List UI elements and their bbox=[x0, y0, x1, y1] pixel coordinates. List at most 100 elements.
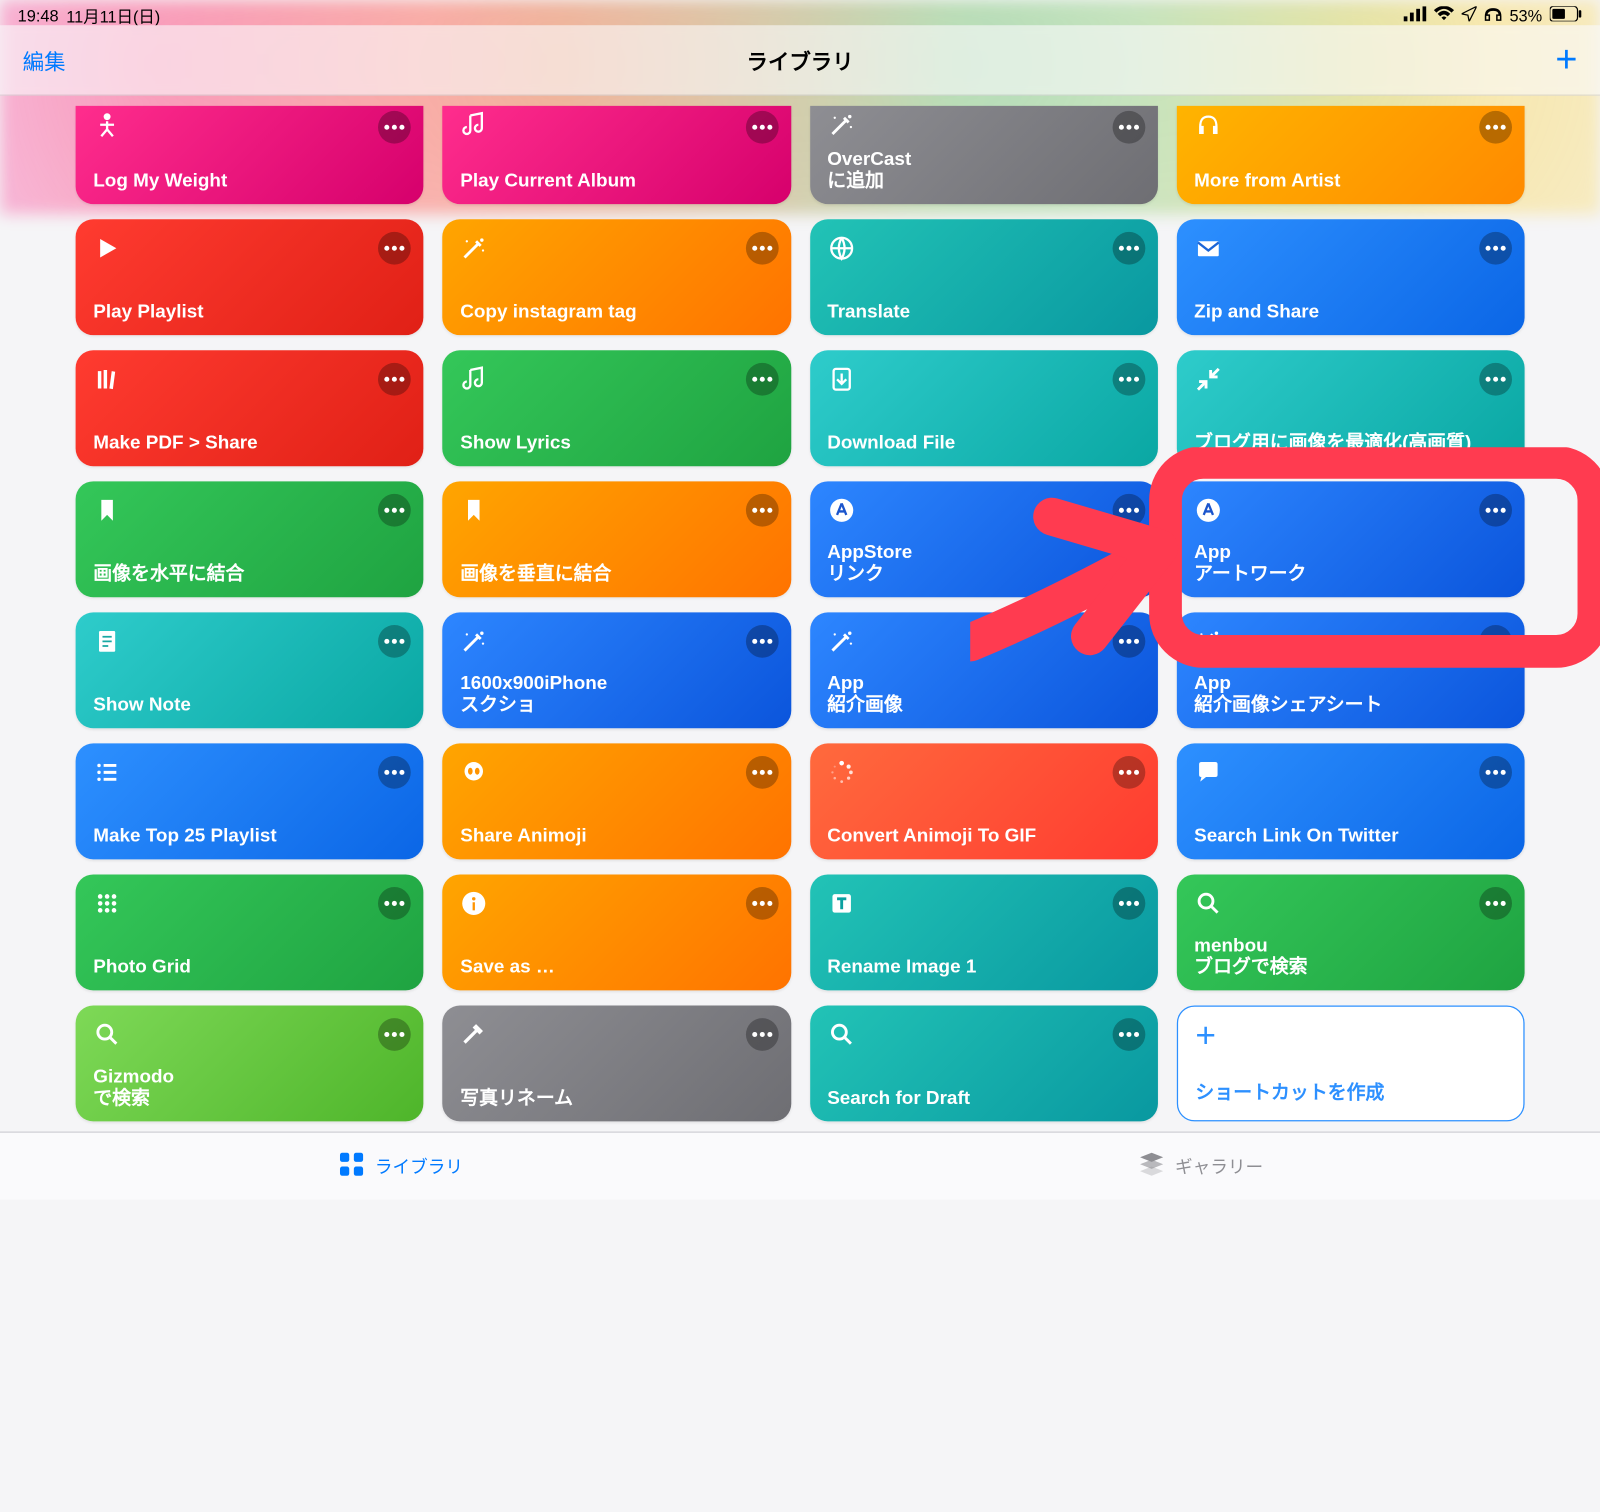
shortcut-tile[interactable]: Search Link On Twitter bbox=[1177, 743, 1525, 859]
play-icon bbox=[93, 234, 406, 262]
shortcut-label: Share Animoji bbox=[460, 825, 773, 847]
shortcut-tile[interactable]: Play Playlist bbox=[76, 219, 424, 335]
shortcut-label: 1600x900iPhone スクショ bbox=[460, 672, 773, 715]
more-button[interactable] bbox=[1479, 625, 1512, 658]
more-button[interactable] bbox=[1112, 494, 1145, 527]
more-button[interactable] bbox=[378, 111, 411, 144]
more-button[interactable] bbox=[745, 625, 778, 658]
more-button[interactable] bbox=[1112, 1018, 1145, 1051]
shortcut-tile[interactable]: Share Animoji bbox=[443, 743, 791, 859]
shortcut-tile[interactable]: App 紹介画像シェアシート bbox=[1177, 612, 1525, 728]
location-icon bbox=[1462, 6, 1477, 25]
shortcut-tile[interactable]: 1600x900iPhone スクショ bbox=[443, 612, 791, 728]
info-icon bbox=[460, 890, 773, 918]
shortcut-tile[interactable]: Save as … bbox=[443, 874, 791, 990]
shortcut-tile[interactable]: Copy instagram tag bbox=[443, 219, 791, 335]
wand-icon bbox=[827, 627, 1140, 655]
page-title: ライブラリ bbox=[0, 44, 1600, 76]
shortcut-tile[interactable]: Log My Weight bbox=[76, 106, 424, 204]
shortcut-tile[interactable]: menbou ブログで検索 bbox=[1177, 874, 1525, 990]
more-button[interactable] bbox=[745, 1018, 778, 1051]
more-button[interactable] bbox=[1479, 363, 1512, 396]
shortcut-label: Search for Draft bbox=[827, 1087, 1140, 1109]
shortcut-tile[interactable]: Photo Grid bbox=[76, 874, 424, 990]
search-icon bbox=[93, 1021, 406, 1049]
more-button[interactable] bbox=[745, 756, 778, 789]
add-button[interactable]: + bbox=[1555, 41, 1577, 79]
shortcut-label: Search Link On Twitter bbox=[1194, 825, 1507, 847]
person-icon bbox=[93, 111, 406, 139]
shortcut-label: Show Note bbox=[93, 694, 406, 716]
create-shortcut-tile[interactable]: +ショートカットを作成 bbox=[1177, 1005, 1525, 1121]
shortcut-tile[interactable]: Convert Animoji To GIF bbox=[810, 743, 1158, 859]
plus-icon: + bbox=[1195, 1022, 1505, 1050]
more-button[interactable] bbox=[1479, 494, 1512, 527]
shortcut-tile[interactable]: Download File bbox=[810, 350, 1158, 466]
more-button[interactable] bbox=[745, 363, 778, 396]
mail-icon bbox=[1194, 234, 1507, 262]
shortcut-label: Make Top 25 Playlist bbox=[93, 825, 406, 847]
shortcut-tile[interactable]: Rename Image 1 bbox=[810, 874, 1158, 990]
shortcut-tile[interactable]: Gizmodo で検索 bbox=[76, 1005, 424, 1121]
tab-gallery[interactable]: ギャラリー bbox=[1137, 1150, 1263, 1182]
shortcut-label: Zip and Share bbox=[1194, 301, 1507, 323]
shortcuts-grid: Log My WeightPlay Current AlbumOverCast … bbox=[0, 96, 1600, 1134]
more-button[interactable] bbox=[1479, 756, 1512, 789]
music-icon bbox=[460, 365, 773, 393]
globe-icon bbox=[827, 234, 1140, 262]
more-button[interactable] bbox=[378, 1018, 411, 1051]
more-button[interactable] bbox=[1112, 363, 1145, 396]
more-button[interactable] bbox=[745, 111, 778, 144]
shortcut-tile[interactable]: 画像を垂直に結合 bbox=[443, 481, 791, 597]
shortcut-tile[interactable]: Show Lyrics bbox=[443, 350, 791, 466]
shortcut-tile[interactable]: App アートワーク bbox=[1177, 481, 1525, 597]
more-button[interactable] bbox=[378, 887, 411, 920]
shortcut-tile[interactable]: App 紹介画像 bbox=[810, 612, 1158, 728]
shortcut-tile[interactable]: 写真リネーム bbox=[443, 1005, 791, 1121]
gallery-tab-icon bbox=[1137, 1150, 1165, 1182]
shortcut-label: Rename Image 1 bbox=[827, 956, 1140, 978]
edit-button[interactable]: 編集 bbox=[23, 44, 66, 76]
status-date: 11月11日(日) bbox=[66, 3, 160, 27]
more-button[interactable] bbox=[1112, 232, 1145, 265]
shortcut-tile[interactable]: Play Current Album bbox=[443, 106, 791, 204]
more-button[interactable] bbox=[378, 363, 411, 396]
shortcut-tile[interactable]: ブログ用に画像を最適化(高画質) bbox=[1177, 350, 1525, 466]
shortcut-tile[interactable]: Search for Draft bbox=[810, 1005, 1158, 1121]
shortcut-tile[interactable]: 画像を水平に結合 bbox=[76, 481, 424, 597]
more-button[interactable] bbox=[1112, 625, 1145, 658]
more-button[interactable] bbox=[745, 232, 778, 265]
search-icon bbox=[1194, 890, 1507, 918]
tab-library[interactable]: ライブラリ bbox=[337, 1150, 463, 1182]
more-button[interactable] bbox=[1112, 111, 1145, 144]
shortcut-label: menbou ブログで検索 bbox=[1194, 934, 1507, 977]
more-button[interactable] bbox=[745, 494, 778, 527]
library-tab-icon bbox=[337, 1150, 365, 1182]
more-button[interactable] bbox=[745, 887, 778, 920]
shortcut-label: Convert Animoji To GIF bbox=[827, 825, 1140, 847]
more-button[interactable] bbox=[378, 756, 411, 789]
shortcut-label: Copy instagram tag bbox=[460, 301, 773, 323]
more-button[interactable] bbox=[1479, 232, 1512, 265]
shortcut-tile[interactable]: Show Note bbox=[76, 612, 424, 728]
headphones-status-icon bbox=[1484, 6, 1502, 25]
tab-gallery-label: ギャラリー bbox=[1175, 1154, 1263, 1179]
more-button[interactable] bbox=[1479, 887, 1512, 920]
more-button[interactable] bbox=[378, 625, 411, 658]
shortcut-tile[interactable]: More from Artist bbox=[1177, 106, 1525, 204]
list-icon bbox=[93, 759, 406, 787]
shortcut-tile[interactable]: AppStore リンク bbox=[810, 481, 1158, 597]
shortcut-label: More from Artist bbox=[1194, 170, 1507, 192]
shortcut-tile[interactable]: Make Top 25 Playlist bbox=[76, 743, 424, 859]
more-button[interactable] bbox=[1112, 887, 1145, 920]
wand-icon bbox=[460, 234, 773, 262]
shortcut-tile[interactable]: Make PDF > Share bbox=[76, 350, 424, 466]
shortcut-tile[interactable]: OverCast に追加 bbox=[810, 106, 1158, 204]
more-button[interactable] bbox=[378, 232, 411, 265]
more-button[interactable] bbox=[1479, 111, 1512, 144]
more-button[interactable] bbox=[1112, 756, 1145, 789]
wand-icon bbox=[460, 627, 773, 655]
shortcut-tile[interactable]: Translate bbox=[810, 219, 1158, 335]
shortcut-tile[interactable]: Zip and Share bbox=[1177, 219, 1525, 335]
more-button[interactable] bbox=[378, 494, 411, 527]
